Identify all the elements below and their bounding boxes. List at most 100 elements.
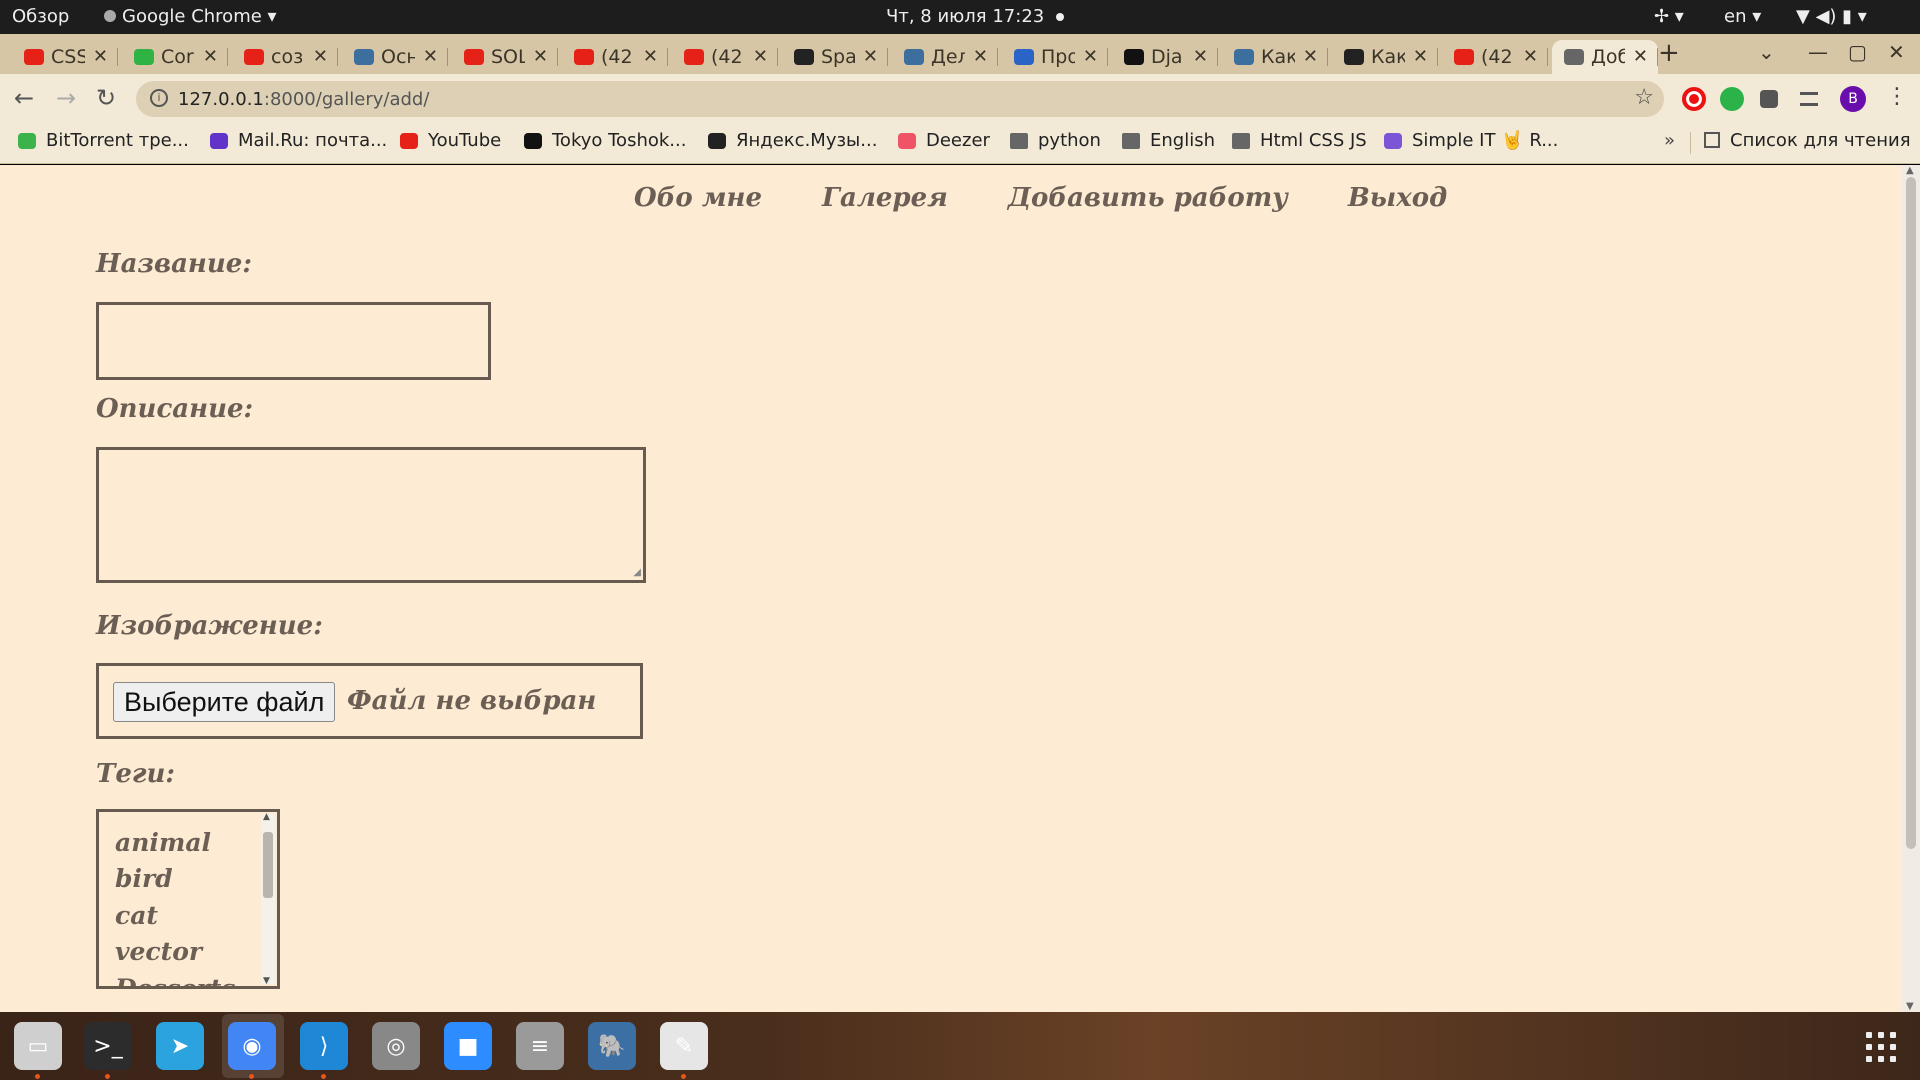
bookmark-item[interactable]: YouTube (400, 130, 501, 151)
site-info-icon[interactable]: i (150, 89, 168, 107)
bookmark-item[interactable]: Html CSS JS (1232, 130, 1367, 151)
browser-tab[interactable]: Как ✕ (1222, 40, 1328, 74)
title-input[interactable] (99, 305, 488, 377)
tab-close-icon[interactable]: ✕ (1633, 46, 1648, 67)
language-indicator[interactable]: en ▾ (1724, 6, 1761, 27)
scroll-down-icon[interactable]: ▼ (263, 976, 270, 986)
description-textarea[interactable] (99, 450, 643, 580)
tab-close-icon[interactable]: ✕ (203, 46, 218, 67)
browser-tab[interactable]: (42 ✕ (672, 40, 778, 74)
browser-tab[interactable]: CSS ✕ (12, 40, 118, 74)
scroll-up-icon[interactable]: ▲ (263, 812, 270, 822)
zoom-app-icon[interactable]: ■ (444, 1022, 492, 1070)
browser-tab[interactable]: Дел ✕ (892, 40, 998, 74)
nav-gallery[interactable]: Галерея (822, 183, 948, 213)
text-editor-app-icon[interactable]: ✎ (660, 1022, 708, 1079)
bookmark-item[interactable]: English (1122, 130, 1215, 151)
browser-tab[interactable]: Spa ✕ (782, 40, 888, 74)
browser-tab[interactable]: Про ✕ (1002, 40, 1108, 74)
bookmark-item[interactable]: Simple IT 🤘 R... (1384, 130, 1558, 151)
profile-avatar[interactable]: B (1840, 86, 1866, 112)
bookmark-item[interactable]: python (1010, 130, 1101, 151)
tab-close-icon[interactable]: ✕ (93, 46, 108, 67)
tag-option[interactable]: vector (115, 937, 202, 966)
tab-close-icon[interactable]: ✕ (1193, 46, 1208, 67)
tab-close-icon[interactable]: ✕ (863, 46, 878, 67)
telegram-app-icon[interactable]: ➤ (156, 1022, 204, 1070)
tab-search-icon[interactable]: ⌄ (1758, 40, 1775, 64)
vscode-app-icon[interactable]: ⟩ (300, 1022, 348, 1079)
terminal-app-icon[interactable]: >_ (84, 1022, 132, 1079)
browser-tab[interactable]: Как ✕ (1332, 40, 1438, 74)
tab-close-icon[interactable]: ✕ (313, 46, 328, 67)
browser-tab[interactable]: (42 ✕ (562, 40, 668, 74)
database-app-icon[interactable]: ≡ (516, 1022, 564, 1070)
accessibility-menu-icon[interactable]: ✢ ▾ (1654, 6, 1684, 27)
tag-option[interactable]: cat (115, 901, 158, 930)
tags-scrollbar[interactable]: ▲ ▼ (261, 812, 275, 986)
forward-button[interactable]: → (56, 84, 76, 112)
vpn-extension-icon[interactable] (1720, 87, 1744, 111)
page-scroll-thumb[interactable] (1906, 177, 1916, 849)
clock[interactable]: Чт, 8 июля 17:23 (886, 6, 1065, 27)
nav-logout[interactable]: Выход (1348, 183, 1447, 213)
reload-button[interactable]: ↻ (96, 84, 116, 112)
bookmark-star-icon[interactable]: ☆ (1634, 85, 1654, 110)
title-field[interactable] (96, 302, 491, 380)
app-menu[interactable]: Google Chrome ▾ (104, 6, 277, 27)
nav-add-work[interactable]: Добавить работу (1008, 183, 1288, 213)
activities-button[interactable]: Обзор (12, 6, 69, 27)
back-button[interactable]: ← (14, 84, 34, 112)
tab-close-icon[interactable]: ✕ (753, 46, 768, 67)
tab-close-icon[interactable]: ✕ (1303, 46, 1318, 67)
tag-option[interactable]: Desserts (115, 974, 235, 986)
page-scrollbar[interactable]: ▲ ▼ (1902, 165, 1920, 1012)
browser-tab[interactable]: (42 ✕ (1442, 40, 1548, 74)
bookmarks-overflow-icon[interactable]: » (1664, 130, 1675, 151)
bookmark-item[interactable]: Яндекс.Музы... (708, 130, 877, 151)
resize-grip-icon[interactable]: ◢ (633, 567, 641, 578)
page-scroll-up-icon[interactable]: ▲ (1906, 165, 1914, 176)
new-tab-button[interactable]: + (1658, 38, 1680, 68)
bookmark-item[interactable]: Tokyo Toshok... (524, 130, 686, 151)
tab-close-icon[interactable]: ✕ (423, 46, 438, 67)
tab-close-icon[interactable]: ✕ (1083, 46, 1098, 67)
chrome-app-icon[interactable]: ◉ (228, 1022, 276, 1079)
tab-close-icon[interactable]: ✕ (533, 46, 548, 67)
page-scroll-down-icon[interactable]: ▼ (1906, 1001, 1914, 1012)
browser-tab[interactable]: SOL ✕ (452, 40, 558, 74)
extensions-puzzle-icon[interactable] (1760, 90, 1778, 108)
browser-tab[interactable]: Dja ✕ (1112, 40, 1218, 74)
media-queue-icon[interactable] (1800, 92, 1818, 106)
opera-adblock-extension-icon[interactable] (1682, 87, 1706, 111)
tab-close-icon[interactable]: ✕ (973, 46, 988, 67)
close-window-icon[interactable]: ✕ (1888, 40, 1905, 64)
tags-select[interactable]: animal bird cat vector Desserts ▲ ▼ (96, 809, 280, 989)
url-text[interactable]: 127.0.0.1:8000/gallery/add/ (178, 89, 429, 110)
reading-list-button[interactable]: Список для чтения (1704, 130, 1911, 151)
tab-close-icon[interactable]: ✕ (1413, 46, 1428, 67)
minimize-icon[interactable]: — (1808, 40, 1828, 64)
nav-about[interactable]: Обо мне (634, 183, 762, 213)
choose-file-button[interactable]: Выберите файл (113, 682, 336, 722)
browser-tab[interactable]: Доб ✕ (1552, 40, 1658, 74)
bookmark-item[interactable]: Deezer (898, 130, 990, 151)
bookmark-item[interactable]: Mail.Ru: почта... (210, 130, 387, 151)
address-bar[interactable]: i 127.0.0.1:8000/gallery/add/ ☆ (136, 81, 1664, 117)
tags-scroll-thumb[interactable] (263, 832, 273, 898)
browser-tab[interactable]: Cor ✕ (122, 40, 228, 74)
screenshot-app-icon[interactable]: ◎ (372, 1022, 420, 1070)
tag-option[interactable]: bird (115, 864, 173, 893)
browser-tab[interactable]: Осн ✕ (342, 40, 448, 74)
postgresql-app-icon[interactable]: 🐘 (588, 1022, 636, 1070)
tag-option[interactable]: animal (115, 828, 211, 857)
show-applications-icon[interactable] (1866, 1032, 1896, 1062)
tab-close-icon[interactable]: ✕ (1523, 46, 1538, 67)
restore-icon[interactable]: ▢ (1848, 40, 1867, 64)
tab-close-icon[interactable]: ✕ (643, 46, 658, 67)
chrome-menu-icon[interactable]: ⋮ (1886, 84, 1908, 109)
description-field[interactable]: ◢ (96, 447, 646, 583)
bookmark-item[interactable]: BitTorrent тре... (18, 130, 189, 151)
files-app-icon[interactable]: ▭ (14, 1022, 62, 1079)
browser-tab[interactable]: соз ✕ (232, 40, 338, 74)
